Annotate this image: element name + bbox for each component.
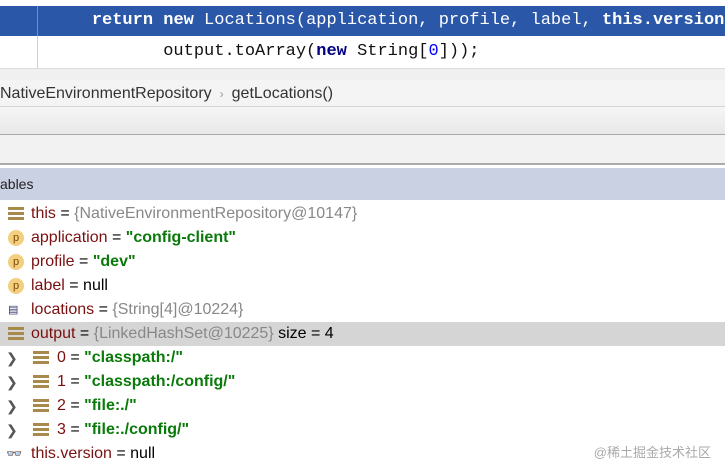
variable-name: 0 (57, 349, 66, 366)
keyword: new (316, 42, 347, 61)
variables-title: ables (0, 176, 34, 192)
variable-row[interactable]: ▤ locations = {String[4]@10224} (0, 298, 725, 322)
variable-row[interactable]: ❯ 3 = "file:./config/" (0, 418, 725, 442)
variable-row[interactable]: ❯ 1 = "classpath:/config/" (0, 370, 725, 394)
gutter-divider (37, 6, 38, 36)
code-text: output.toArray( (163, 42, 317, 61)
variable-size: size = 4 (278, 325, 334, 342)
parameter-icon: p (8, 230, 24, 246)
field-icon (8, 327, 24, 341)
variable-value: "config-client" (125, 229, 237, 246)
variable-name: this (31, 205, 56, 222)
code-line-current[interactable]: return new Locations(application, profil… (0, 6, 725, 36)
keyword: return (91, 11, 154, 30)
code-line-partial (0, 68, 725, 80)
number-literal: 0 (428, 42, 439, 61)
variable-value: {LinkedHashSet@10225} (93, 325, 274, 342)
breadcrumb-method[interactable]: getLocations() (232, 85, 333, 102)
variable-name: locations (31, 301, 95, 318)
code-text: Locations(application, profile, label, (193, 11, 602, 30)
variable-row[interactable]: p label = null (0, 274, 725, 298)
code-text: .version, (642, 11, 725, 30)
breadcrumb-separator: › (219, 87, 224, 101)
variable-name: 1 (57, 373, 66, 390)
variables-tree: this = {NativeEnvironmentRepository@1014… (0, 202, 725, 466)
variable-value: {NativeEnvironmentRepository@10147} (74, 205, 358, 222)
code-text: ])); (438, 42, 480, 61)
variable-name: output (31, 325, 76, 342)
parameter-icon: p (8, 278, 24, 294)
variable-row[interactable]: output = {LinkedHashSet@10225} size = 4 (0, 322, 725, 346)
variable-value: {String[4]@10224} (112, 301, 244, 318)
variable-row[interactable]: this = {NativeEnvironmentRepository@1014… (0, 202, 725, 226)
variable-value: "classpath:/" (84, 349, 183, 366)
debug-toolbar (0, 107, 725, 135)
variable-name: label (31, 277, 65, 294)
code-text: String[ (346, 42, 429, 61)
variable-row[interactable]: ❯ 0 = "classpath:/" (0, 346, 725, 370)
parameter-icon: p (8, 254, 24, 270)
field-icon (33, 399, 49, 413)
variable-value: "file:./" (84, 397, 137, 414)
variable-name: this.version (31, 445, 112, 462)
frames-bar (0, 135, 725, 165)
variable-value: null (130, 445, 156, 462)
watch-icon: 👓 (6, 446, 23, 461)
variables-header: ables (0, 168, 725, 200)
variable-row[interactable]: p application = "config-client" (0, 226, 725, 250)
field-icon (33, 423, 49, 437)
variable-name: application (31, 229, 108, 246)
variable-value: "dev" (92, 253, 136, 270)
breadcrumb-class[interactable]: NativeEnvironmentRepository (0, 85, 212, 102)
variable-name: profile (31, 253, 75, 270)
keyword: new (163, 11, 194, 30)
field-icon (8, 207, 24, 221)
gutter-divider (37, 36, 38, 68)
variable-value: null (83, 277, 108, 294)
expand-chevron-icon[interactable]: ❯ (6, 346, 18, 370)
expand-chevron-icon[interactable]: ❯ (6, 418, 18, 442)
breadcrumb: NativeEnvironmentRepository › getLocations… (0, 80, 725, 107)
variable-value: "file:./config/" (84, 421, 190, 438)
watermark: @稀土掘金技术社区 (593, 445, 711, 460)
variable-value: "classpath:/config/" (84, 373, 236, 390)
variable-name: 3 (57, 421, 66, 438)
variable-row[interactable]: p profile = "dev" (0, 250, 725, 274)
code-line[interactable]: output.toArray(new String[0])); (0, 36, 725, 68)
field-icon (33, 375, 49, 389)
expand-chevron-icon[interactable]: ❯ (6, 370, 18, 394)
expand-chevron-icon[interactable]: ❯ (6, 394, 18, 418)
variable-name: 2 (57, 397, 66, 414)
keyword: this (601, 11, 643, 30)
field-icon (33, 351, 49, 365)
variable-row[interactable]: ❯ 2 = "file:./" (0, 394, 725, 418)
array-icon: ▤ (8, 304, 19, 316)
